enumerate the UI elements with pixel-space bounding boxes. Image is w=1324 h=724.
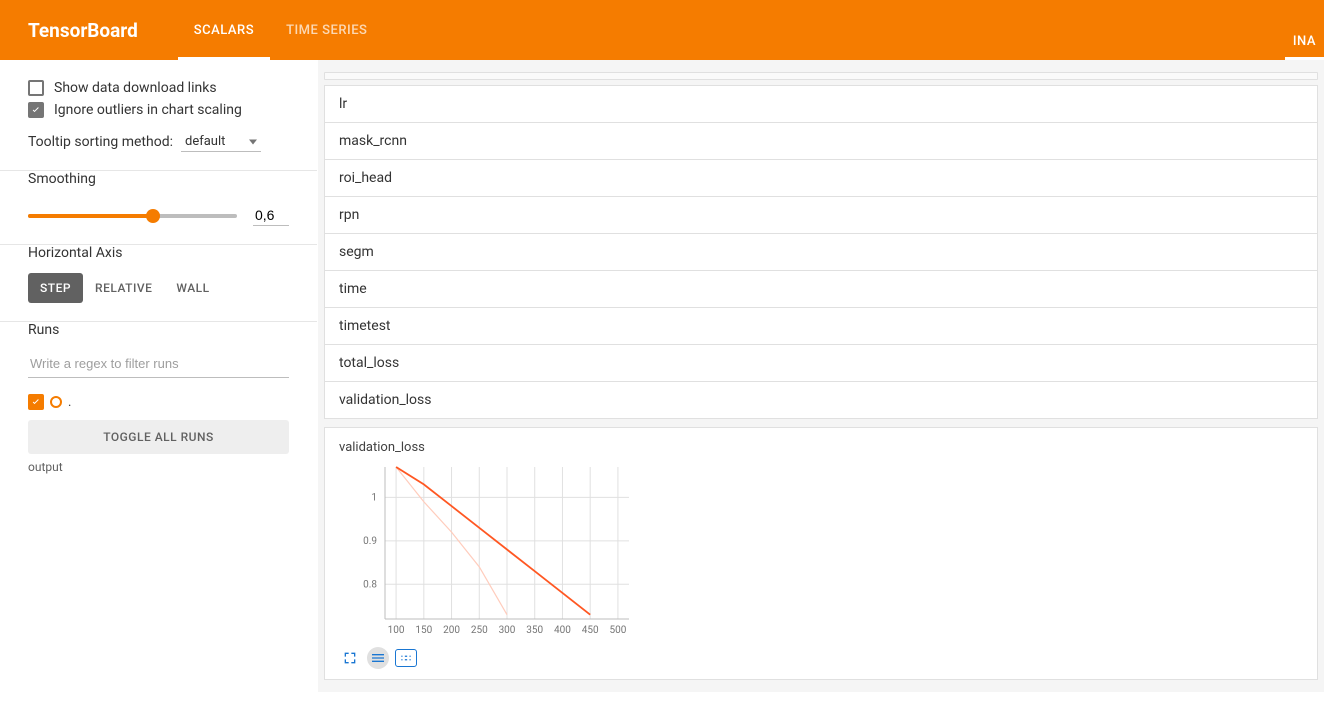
smoothing-value-input[interactable] [253,205,289,226]
tag-row[interactable]: timetest [324,307,1318,345]
runs-filter-input[interactable] [28,350,289,378]
svg-text:500: 500 [609,625,626,636]
tag-row[interactable]: roi_head [324,159,1318,197]
ignore-outliers-label: Ignore outliers in chart scaling [54,102,242,118]
runs-path-label: output [28,460,289,474]
axis-relative-button[interactable]: RELATIVE [83,273,164,303]
svg-text:0.8: 0.8 [363,579,377,590]
show-download-links-checkbox[interactable] [28,80,44,96]
line-toggle-icon[interactable] [367,647,389,669]
svg-text:1: 1 [371,492,377,503]
svg-text:100: 100 [388,625,405,636]
app-title: TensorBoard [28,19,138,42]
fullscreen-icon[interactable] [339,647,361,669]
chart-area[interactable]: 100 150 200 250 300 350 400 450 500 0.8 0.9 1 [339,461,639,641]
chart-toolbar [339,647,1303,669]
tag-row[interactable]: mask_rcnn [324,122,1318,160]
axis-wall-button[interactable]: WALL [164,273,221,303]
show-download-links-label: Show data download links [54,80,217,96]
smoothing-slider[interactable] [28,214,237,218]
tooltip-sorting-select[interactable]: default [181,132,261,152]
svg-text:300: 300 [499,625,516,636]
run-checkbox[interactable] [28,394,44,410]
chart-title: validation_loss [339,440,1303,455]
header-right-label[interactable]: INA [1285,34,1324,60]
svg-text:0.9: 0.9 [363,536,377,547]
tag-row[interactable]: validation_loss [324,381,1318,419]
tag-row[interactable]: lr [324,85,1318,123]
tag-row[interactable]: total_loss [324,344,1318,382]
axis-step-button[interactable]: STEP [28,273,83,303]
main-panel: lrmask_rcnnroi_headrpnsegmtimetimetestto… [318,60,1324,692]
ignore-outliers-checkbox[interactable] [28,102,44,118]
card-head-bar [324,72,1318,80]
tag-row[interactable]: time [324,270,1318,308]
tooltip-sorting-label: Tooltip sorting method: [28,134,173,150]
svg-text:150: 150 [415,625,432,636]
tooltip-sorting-value: default [185,134,225,149]
svg-text:250: 250 [471,625,488,636]
tag-row[interactable]: rpn [324,196,1318,234]
header-tabs: SCALARS TIME SERIES [178,0,384,60]
smoothing-label: Smoothing [28,171,289,187]
run-radio[interactable] [50,396,62,408]
app-header: TensorBoard SCALARS TIME SERIES INA [0,0,1324,60]
chart-card: validation_loss 100 150 200 250 300 350 400 450… [324,427,1318,680]
tag-row[interactable]: segm [324,233,1318,271]
run-dot-label: . [68,395,71,410]
svg-text:450: 450 [582,625,599,636]
runs-title: Runs [28,322,289,338]
toggle-all-runs-button[interactable]: TOGGLE ALL RUNS [28,420,289,454]
svg-text:200: 200 [443,625,460,636]
tab-scalars[interactable]: SCALARS [178,0,270,60]
horizontal-axis-label: Horizontal Axis [28,245,289,261]
svg-text:400: 400 [554,625,571,636]
fit-domain-icon[interactable] [395,649,417,667]
sidebar: Show data download links Ignore outliers… [0,60,318,692]
tab-time-series[interactable]: TIME SERIES [270,0,383,60]
svg-text:350: 350 [526,625,543,636]
